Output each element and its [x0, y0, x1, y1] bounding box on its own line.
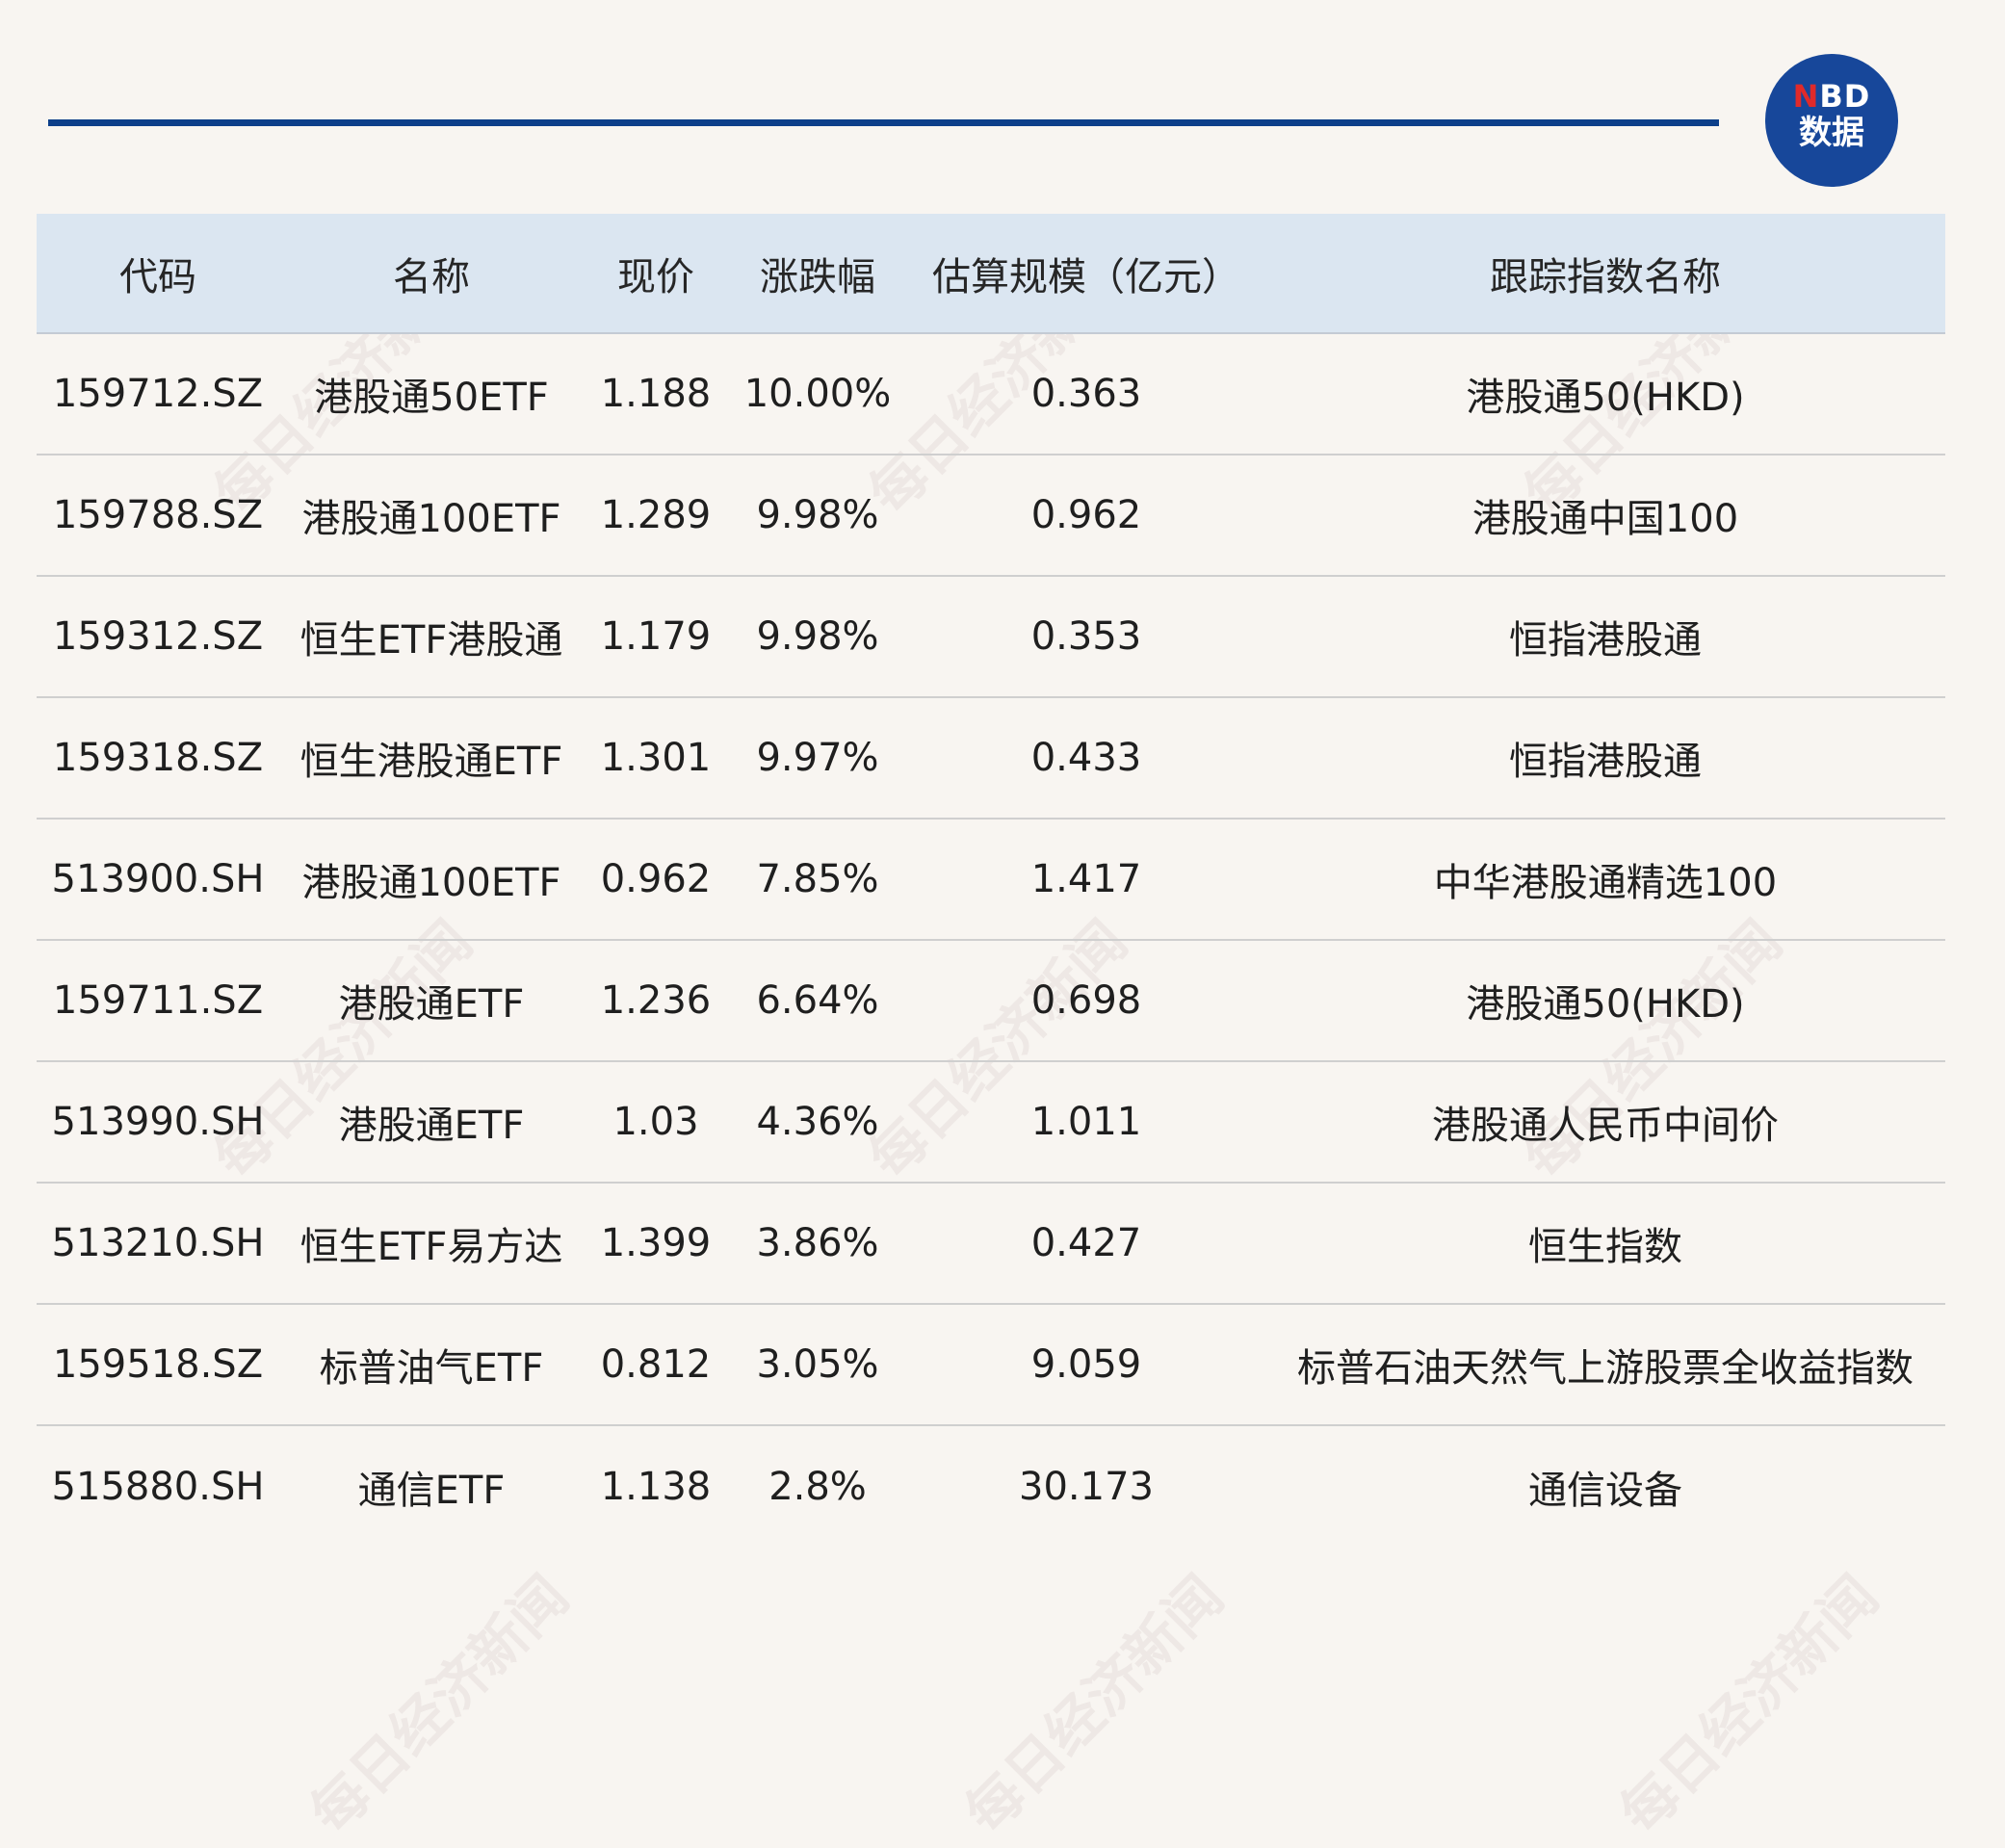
cell-name: 港股通100ETF: [301, 861, 561, 905]
cell-change: 9.98%: [756, 493, 879, 537]
top-divider-line: [48, 119, 1719, 126]
cell-size: 9.059: [1030, 1342, 1142, 1387]
cell-name: 通信ETF: [357, 1469, 506, 1513]
cell-code: 159788.SZ: [52, 493, 264, 537]
cell-name: 港股通100ETF: [301, 497, 561, 541]
logo-subtitle-text: 数据: [1799, 114, 1864, 152]
header-price: 现价: [617, 254, 694, 299]
cell-index: 港股通人民币中间价: [1432, 1104, 1779, 1148]
cell-change: 7.85%: [756, 857, 879, 901]
cell-size: 30.173: [1019, 1465, 1154, 1509]
cell-index: 恒指港股通: [1509, 740, 1702, 784]
watermark: 每日经济新闻: [298, 1563, 582, 1847]
cell-size: 0.427: [1030, 1221, 1142, 1265]
cell-size: 0.363: [1030, 372, 1142, 416]
watermark: 每日经济新闻: [952, 1563, 1237, 1847]
cell-code: 159712.SZ: [52, 372, 264, 416]
cell-price: 1.236: [600, 978, 712, 1023]
logo-brand-text: NBD: [1792, 78, 1871, 115]
cell-size: 0.698: [1030, 978, 1142, 1023]
header-size: 估算规模（亿元）: [932, 254, 1240, 299]
cell-index: 港股通50(HKD): [1466, 376, 1745, 420]
table-row: 159312.SZ 恒生ETF港股通 1.179 9.98% 0.353 恒指港…: [37, 577, 1945, 698]
header-index: 跟踪指数名称: [1490, 254, 1721, 299]
cell-code: 159318.SZ: [52, 736, 264, 780]
cell-price: 0.812: [600, 1342, 712, 1387]
cell-name: 标普油气ETF: [319, 1346, 544, 1391]
header-code: 代码: [119, 254, 196, 299]
cell-change: 4.36%: [756, 1100, 879, 1144]
watermark: 每日经济新闻: [1607, 1563, 1891, 1847]
cell-name: 恒生ETF港股通: [299, 618, 563, 663]
cell-index: 标普石油天然气上游股票全收益指数: [1297, 1346, 1914, 1391]
cell-price: 1.03: [612, 1100, 699, 1144]
cell-code: 513990.SH: [51, 1100, 265, 1144]
cell-name: 恒生ETF易方达: [299, 1225, 563, 1269]
cell-price: 1.399: [600, 1221, 712, 1265]
cell-index: 恒指港股通: [1509, 618, 1702, 663]
table-row: 513990.SH 港股通ETF 1.03 4.36% 1.011 港股通人民币…: [37, 1062, 1945, 1184]
cell-price: 1.138: [600, 1465, 712, 1509]
cell-code: 159518.SZ: [52, 1342, 264, 1387]
cell-index: 港股通50(HKD): [1466, 982, 1745, 1027]
cell-name: 港股通ETF: [338, 1104, 525, 1148]
table-row: 513900.SH 港股通100ETF 0.962 7.85% 1.417 中华…: [37, 820, 1945, 941]
table-row: 513210.SH 恒生ETF易方达 1.399 3.86% 0.427 恒生指…: [37, 1184, 1945, 1305]
table-row: 159318.SZ 恒生港股通ETF 1.301 9.97% 0.433 恒指港…: [37, 698, 1945, 820]
cell-change: 3.86%: [756, 1221, 879, 1265]
cell-index: 恒生指数: [1528, 1225, 1682, 1269]
header-change: 涨跌幅: [760, 254, 875, 299]
cell-change: 6.64%: [756, 978, 879, 1023]
header-name: 名称: [393, 254, 470, 299]
cell-index: 港股通中国100: [1471, 497, 1739, 541]
cell-code: 159312.SZ: [52, 614, 264, 659]
cell-price: 1.179: [600, 614, 712, 659]
cell-price: 1.188: [600, 372, 712, 416]
cell-size: 0.353: [1030, 614, 1142, 659]
cell-code: 513210.SH: [51, 1221, 265, 1265]
cell-name: 港股通50ETF: [314, 376, 549, 420]
table-row: 515880.SH 通信ETF 1.138 2.8% 30.173 通信设备: [37, 1426, 1945, 1548]
cell-price: 0.962: [600, 857, 712, 901]
cell-change: 10.00%: [743, 372, 892, 416]
table-row: 159788.SZ 港股通100ETF 1.289 9.98% 0.962 港股…: [37, 455, 1945, 577]
cell-index: 中华港股通精选100: [1433, 861, 1778, 905]
cell-name: 恒生港股通ETF: [299, 740, 563, 784]
cell-code: 159711.SZ: [52, 978, 264, 1023]
table-row: 159711.SZ 港股通ETF 1.236 6.64% 0.698 港股通50…: [37, 941, 1945, 1062]
nbd-data-logo: NBD 数据: [1765, 54, 1898, 187]
cell-code: 513900.SH: [51, 857, 265, 901]
cell-size: 0.962: [1030, 493, 1142, 537]
table-row: 159518.SZ 标普油气ETF 0.812 3.05% 9.059 标普石油…: [37, 1305, 1945, 1426]
cell-price: 1.289: [600, 493, 712, 537]
cell-change: 9.98%: [756, 614, 879, 659]
cell-size: 1.011: [1030, 1100, 1142, 1144]
etf-table: 代码 名称 现价 涨跌幅 估算规模（亿元） 跟踪指数名称 159712.SZ 港…: [37, 214, 1945, 1548]
cell-code: 515880.SH: [51, 1465, 265, 1509]
cell-change: 3.05%: [756, 1342, 879, 1387]
cell-name: 港股通ETF: [338, 982, 525, 1027]
cell-price: 1.301: [600, 736, 712, 780]
cell-size: 1.417: [1030, 857, 1142, 901]
table-row: 159712.SZ 港股通50ETF 1.188 10.00% 0.363 港股…: [37, 334, 1945, 455]
cell-change: 9.97%: [756, 736, 879, 780]
table-header-row: 代码 名称 现价 涨跌幅 估算规模（亿元） 跟踪指数名称: [37, 214, 1945, 334]
cell-change: 2.8%: [768, 1465, 867, 1509]
cell-size: 0.433: [1030, 736, 1142, 780]
cell-index: 通信设备: [1528, 1469, 1682, 1513]
